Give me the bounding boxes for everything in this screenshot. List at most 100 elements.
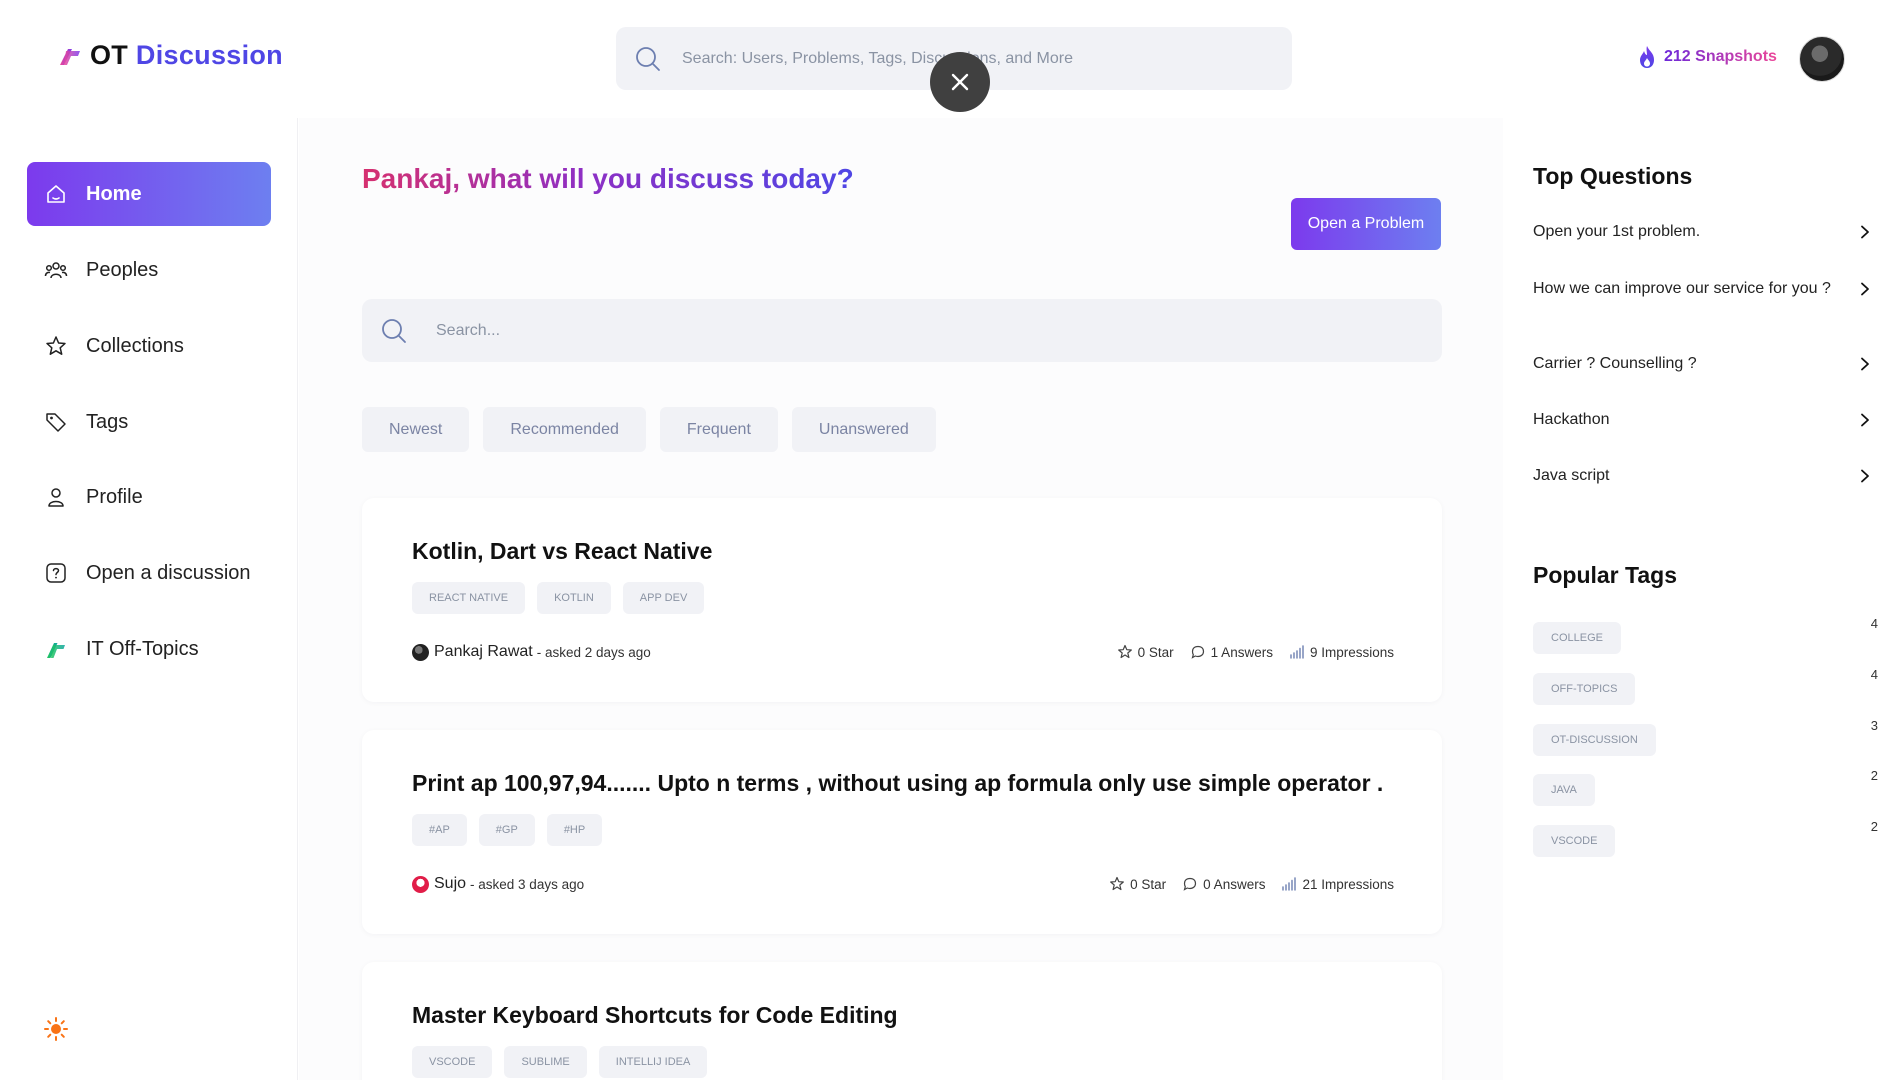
popular-tag-row: OT-DISCUSSION 3: [1533, 718, 1878, 756]
top-question-text: Open your 1st problem.: [1533, 223, 1701, 240]
comment-icon: [1183, 877, 1197, 891]
close-button[interactable]: [930, 52, 990, 112]
impressions-count: 21 Impressions: [1302, 876, 1394, 892]
snapshots-label: 212 Snapshots: [1664, 48, 1777, 65]
popular-tag-count: 2: [1870, 819, 1878, 834]
post-title[interactable]: Master Keyboard Shortcuts for Code Editi…: [412, 1002, 898, 1029]
post-tag[interactable]: #HP: [546, 814, 603, 846]
sidebar-item-tags[interactable]: Tags: [27, 390, 271, 454]
sidebar-item-label: Home: [86, 182, 142, 205]
author-name[interactable]: Pankaj Rawat: [434, 643, 533, 661]
sidebar-item-label: Tags: [86, 410, 129, 433]
star-stat[interactable]: 0 Star: [1109, 876, 1166, 892]
author-name[interactable]: Sujo: [434, 875, 466, 893]
post-tag[interactable]: SUBLIME: [504, 1046, 587, 1078]
post-tag[interactable]: APP DEV: [622, 582, 705, 614]
sidebar-item-peoples[interactable]: Peoples: [27, 238, 271, 302]
sidebar-item-open-discussion[interactable]: Open a discussion: [27, 541, 271, 605]
popular-tag[interactable]: OFF-TOPICS: [1533, 673, 1636, 705]
signal-icon: [1290, 645, 1304, 659]
post-tag[interactable]: REACT NATIVE: [412, 582, 526, 614]
popular-tag[interactable]: OT-DISCUSSION: [1533, 724, 1656, 756]
popular-tag-row: VSCODE 2: [1533, 819, 1878, 857]
post-title[interactable]: Kotlin, Dart vs React Native: [412, 538, 712, 565]
post-card[interactable]: Master Keyboard Shortcuts for Code Editi…: [362, 962, 1442, 1080]
answers-stat[interactable]: 0 Answers: [1182, 876, 1265, 892]
close-icon: [951, 73, 969, 91]
popular-tag-count: 4: [1870, 667, 1878, 682]
top-header: OT Discussion 212 Snapshots: [0, 0, 1893, 118]
top-question-text: How we can improve our service for you ?: [1533, 280, 1831, 297]
answers-stat[interactable]: 1 Answers: [1190, 644, 1273, 660]
top-question-text: Carrier ? Counselling ?: [1533, 355, 1697, 372]
feed-search-input[interactable]: [436, 321, 1336, 340]
post-stats: 0 Star 1 Answers 9 Impressions: [1117, 644, 1394, 660]
popular-tag[interactable]: JAVA: [1533, 774, 1595, 806]
star-count: 0 Star: [1130, 876, 1167, 892]
post-title[interactable]: Print ap 100,97,94....... Upto n terms ,…: [412, 770, 1383, 797]
popular-tag-row: JAVA 2: [1533, 768, 1878, 806]
star-stat[interactable]: 0 Star: [1117, 644, 1174, 660]
popular-tags-title: Popular Tags: [1533, 562, 1677, 588]
post-tag[interactable]: #GP: [478, 814, 535, 846]
top-question-item[interactable]: Open your 1st problem.: [1533, 222, 1873, 241]
top-question-text: Java script: [1533, 467, 1610, 484]
top-question-item[interactable]: Java script: [1533, 466, 1873, 485]
post-card[interactable]: Print ap 100,97,94....... Upto n terms ,…: [362, 730, 1442, 934]
chevron-right-icon: [1861, 225, 1869, 238]
sun-icon[interactable]: [43, 1016, 69, 1042]
post-tag[interactable]: VSCODE: [412, 1046, 493, 1078]
post-tag[interactable]: INTELLIJ IDEA: [598, 1046, 708, 1078]
popular-tag-count: 2: [1870, 768, 1878, 783]
signal-icon: [1282, 877, 1297, 891]
chevron-right-icon: [1861, 282, 1869, 295]
impressions-stat: 9 Impressions: [1289, 644, 1394, 660]
filter-bar: Newest Recommended Frequent Unanswered: [362, 407, 936, 452]
sidebar-item-it-off-topics[interactable]: IT Off-Topics: [27, 617, 271, 681]
comment-icon: [1191, 645, 1204, 659]
logo[interactable]: OT Discussion: [56, 40, 283, 71]
filter-frequent[interactable]: Frequent: [659, 407, 778, 452]
top-question-item[interactable]: Carrier ? Counselling ?: [1533, 354, 1873, 373]
post-tag[interactable]: KOTLIN: [537, 582, 611, 614]
snapshots-counter[interactable]: 212 Snapshots: [1636, 45, 1777, 69]
search-icon: [636, 46, 660, 71]
filter-newest[interactable]: Newest: [362, 407, 470, 452]
right-panel: Top Questions Open your 1st problem. How…: [1504, 118, 1893, 1080]
post-author: Pankaj Rawat - asked 2 days ago: [412, 643, 651, 661]
popular-tag[interactable]: VSCODE: [1533, 825, 1616, 857]
main-feed: Pankaj, what will you discuss today? Ope…: [299, 118, 1503, 1080]
impressions-count: 9 Impressions: [1309, 644, 1394, 660]
top-questions-title: Top Questions: [1533, 163, 1693, 189]
sidebar-item-home[interactable]: Home: [27, 162, 271, 226]
filter-recommended[interactable]: Recommended: [483, 407, 646, 452]
filter-unanswered[interactable]: Unanswered: [791, 407, 936, 452]
sidebar-item-profile[interactable]: Profile: [27, 465, 271, 529]
sidebar-item-collections[interactable]: Collections: [27, 314, 271, 378]
sidebar-item-label: Profile: [86, 485, 143, 508]
search-icon: [382, 318, 406, 343]
fire-icon: [1640, 46, 1654, 68]
popular-tag[interactable]: COLLEGE: [1533, 622, 1621, 654]
star-icon: [1110, 876, 1125, 891]
user-avatar[interactable]: [1799, 36, 1845, 82]
sidebar-item-label: Peoples: [86, 258, 159, 281]
popular-tag-count: 3: [1870, 718, 1878, 733]
people-icon: [44, 262, 68, 279]
post-author: Sujo - asked 3 days ago: [412, 875, 584, 893]
post-card[interactable]: Kotlin, Dart vs React Native REACT NATIV…: [362, 498, 1442, 702]
open-problem-button[interactable]: Open a Problem: [1291, 198, 1441, 250]
feed-search-bar[interactable]: [362, 299, 1442, 362]
post-tag[interactable]: #AP: [412, 814, 467, 846]
author-avatar[interactable]: [412, 875, 429, 893]
post-stats: 0 Star 0 Answers 21 Impressions: [1109, 876, 1394, 892]
top-question-item[interactable]: How we can improve our service for you ?: [1533, 279, 1873, 298]
sidebar-item-label: IT Off-Topics: [86, 637, 199, 660]
home-icon: [47, 185, 65, 203]
tag-icon: [46, 413, 66, 432]
question-icon: [46, 563, 66, 583]
author-avatar[interactable]: [412, 643, 429, 661]
top-question-item[interactable]: Hackathon: [1533, 410, 1873, 429]
chevron-right-icon: [1861, 469, 1869, 482]
answers-count: 1 Answers: [1210, 644, 1273, 660]
